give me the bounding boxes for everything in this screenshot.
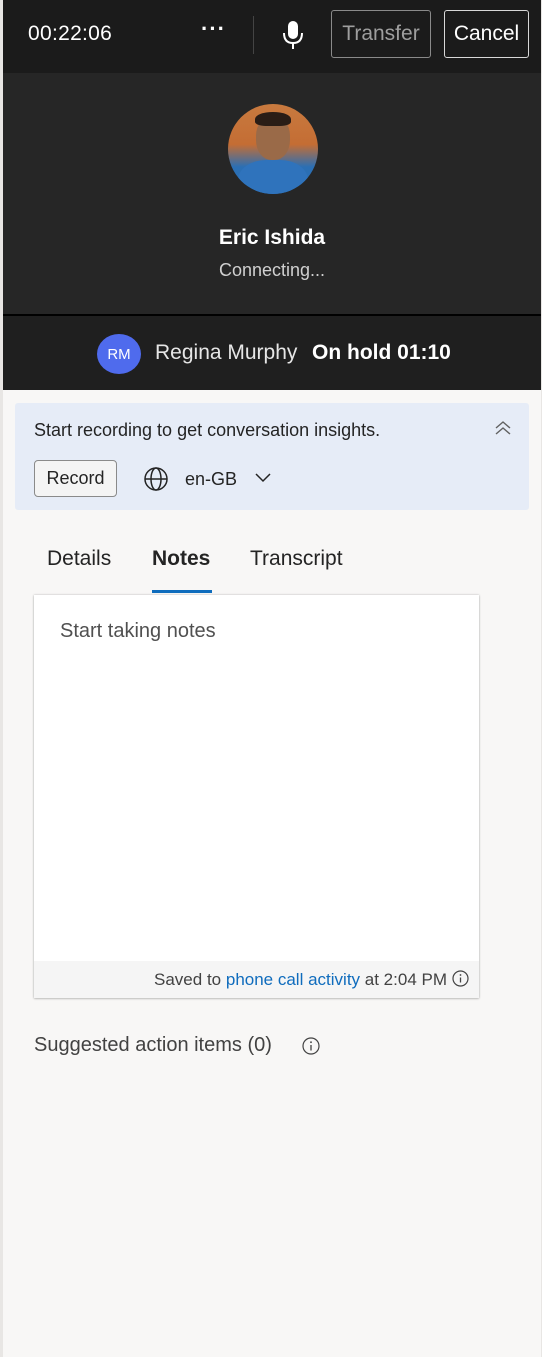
record-button[interactable]: Record — [34, 460, 117, 497]
callee-name: Eric Ishida — [218, 226, 326, 249]
notes-save-status: Saved to phone call activity at 2:04 PM — [34, 961, 479, 998]
phone-call-activity-link[interactable]: phone call activity — [226, 970, 360, 989]
tab-details[interactable]: Details — [47, 547, 111, 571]
active-tab-indicator — [152, 590, 212, 593]
suggested-action-items-label: Suggested action items (0) — [34, 1034, 272, 1056]
cancel-button[interactable]: Cancel — [444, 10, 529, 58]
saved-time: at 2:04 PM — [364, 970, 447, 989]
toolbar-divider — [253, 16, 254, 54]
transfer-button[interactable]: Transfer — [331, 10, 431, 58]
globe-icon[interactable] — [143, 466, 169, 492]
saved-prefix: Saved to — [154, 970, 222, 989]
callee-status: Connecting... — [218, 260, 326, 280]
notes-input[interactable] — [34, 595, 479, 961]
tab-transcript[interactable]: Transcript — [250, 547, 343, 571]
info-icon[interactable] — [452, 970, 469, 987]
call-toolbar: 00:22:06 ··· Transfer Cancel — [3, 0, 541, 73]
callee-avatar — [228, 104, 318, 194]
on-hold-status: On hold 01:10 — [312, 341, 451, 364]
more-options-icon[interactable]: ··· — [201, 16, 226, 42]
chevron-down-icon[interactable] — [254, 471, 272, 485]
tab-notes[interactable]: Notes — [152, 547, 210, 571]
language-select[interactable]: en-GB — [185, 469, 237, 490]
insights-banner: Start recording to get conversation insi… — [15, 403, 529, 510]
call-timer: 00:22:06 — [28, 22, 113, 45]
notes-card: Saved to phone call activity at 2:04 PM — [34, 595, 479, 998]
on-hold-bar: RM Regina Murphy On hold 01:10 — [3, 316, 541, 390]
collapse-icon[interactable] — [493, 418, 513, 438]
microphone-icon[interactable] — [282, 20, 304, 50]
avatar: RM — [97, 334, 141, 374]
info-icon[interactable] — [302, 1037, 320, 1055]
callee-section: Eric Ishida Connecting... — [3, 73, 541, 314]
call-panel: 00:22:06 ··· Transfer Cancel Eric Ishida… — [3, 0, 541, 1357]
on-hold-contact-name: Regina Murphy — [155, 341, 298, 364]
insights-message: Start recording to get conversation insi… — [34, 420, 381, 440]
